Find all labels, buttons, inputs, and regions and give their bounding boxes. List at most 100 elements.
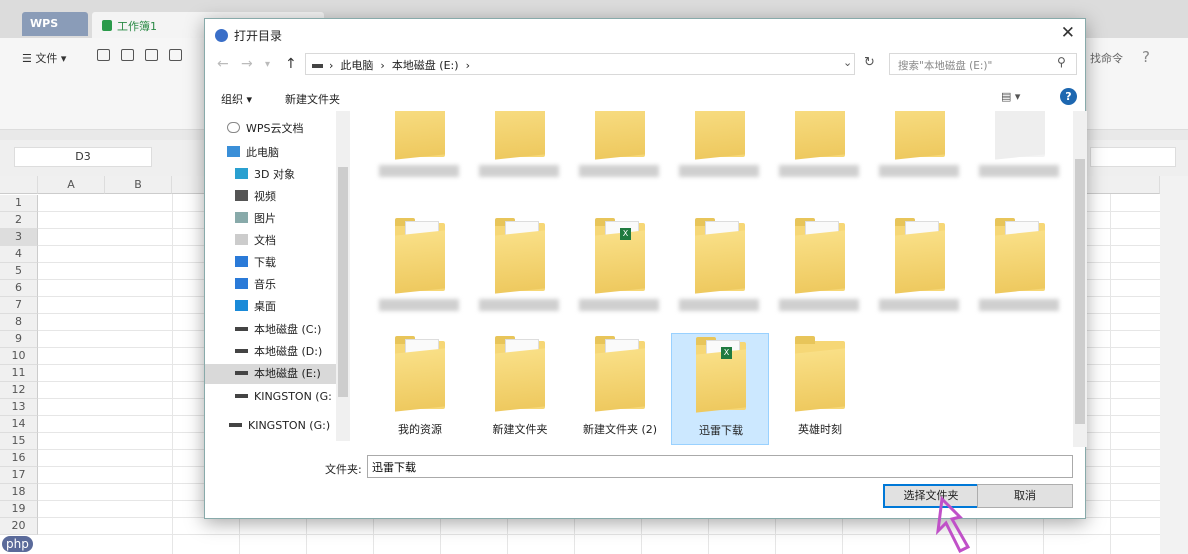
refresh-icon[interactable]: ↻ (864, 55, 875, 70)
row-header-11[interactable]: 11 (0, 365, 38, 382)
nav-item[interactable]: 桌面 (235, 297, 351, 317)
folder-icon (395, 336, 445, 412)
file-label: 新建文件夹 (492, 423, 548, 436)
preview-icon[interactable] (169, 49, 182, 61)
file-item[interactable]: X (571, 215, 669, 327)
row-header-4[interactable]: 4 (0, 246, 38, 263)
folder-icon (595, 336, 645, 412)
row-header-17[interactable]: 17 (0, 467, 38, 484)
view-options-button[interactable]: ▤ ▾ (1001, 90, 1020, 103)
help-icon[interactable]: ? (1142, 48, 1150, 66)
file-item[interactable] (971, 215, 1069, 327)
find-command[interactable]: 找命令 (1090, 50, 1123, 66)
row-header-12[interactable]: 12 (0, 382, 38, 399)
file-item[interactable] (871, 111, 969, 193)
nav-item[interactable]: 文档 (235, 231, 351, 251)
spreadsheet-icon (102, 20, 112, 31)
nav-item[interactable]: 本地磁盘 (D:) (235, 342, 351, 362)
name-box[interactable]: D3 (14, 147, 152, 167)
computer-icon (227, 146, 240, 157)
print-icon[interactable] (145, 49, 158, 61)
address-bar[interactable]: › 此电脑 › 本地磁盘 (E:) › (305, 53, 855, 75)
file-item[interactable]: 新建文件夹 (471, 333, 569, 445)
file-item[interactable]: X 迅雷下载 (671, 333, 769, 445)
column-header-B[interactable]: B (105, 176, 172, 194)
file-item[interactable]: 我的资源 (371, 333, 469, 445)
row-header-15[interactable]: 15 (0, 433, 38, 450)
file-item[interactable] (371, 215, 469, 327)
forward-button[interactable]: → (241, 56, 253, 72)
close-button[interactable]: ✕ (1061, 23, 1075, 43)
row-header-5[interactable]: 5 (0, 263, 38, 280)
recent-button[interactable]: ▾ (265, 59, 270, 70)
nav-item[interactable]: KINGSTON (G:) (229, 416, 351, 436)
file-menu[interactable]: ☰ 文件 ▾ (22, 50, 66, 66)
file-scroll-thumb[interactable] (1075, 159, 1085, 424)
file-item[interactable]: 英雄时刻 (771, 333, 869, 445)
file-item[interactable] (371, 111, 469, 193)
nav-item[interactable]: KINGSTON (G: (235, 387, 351, 407)
row-header-18[interactable]: 18 (0, 484, 38, 501)
drive-icon (235, 371, 248, 375)
nav-item-label: 音乐 (254, 278, 276, 291)
folder-icon (695, 111, 745, 160)
row-header-9[interactable]: 9 (0, 331, 38, 348)
file-item[interactable] (671, 111, 769, 193)
navigation-pane: WPS云文档 此电脑 3D 对象 视频 图片 文档 下载 音乐 桌面 本地磁盘 (C:) 本地磁盘 … (205, 111, 351, 447)
sheet-scrollbar[interactable] (1160, 176, 1188, 554)
file-item[interactable] (871, 215, 969, 327)
nav-item[interactable]: 图片 (235, 209, 351, 229)
nav-item[interactable]: 3D 对象 (235, 165, 351, 185)
breadcrumb-drive-e[interactable]: 本地磁盘 (E:) (392, 59, 459, 72)
row-header-3[interactable]: 3 (0, 229, 38, 246)
row-header-7[interactable]: 7 (0, 297, 38, 314)
row-header-1[interactable]: 1 (0, 195, 38, 212)
search-icon[interactable]: ⚲ (1057, 55, 1066, 69)
row-header-13[interactable]: 13 (0, 399, 38, 416)
new-folder-button[interactable]: 新建文件夹 (285, 91, 340, 107)
breadcrumb-this-pc[interactable]: 此电脑 (340, 59, 373, 72)
nav-item[interactable]: 下载 (235, 253, 351, 273)
row-header-2[interactable]: 2 (0, 212, 38, 229)
nav-item[interactable]: 视频 (235, 187, 351, 207)
blurred-label (679, 299, 759, 311)
select-all-corner[interactable] (0, 176, 38, 194)
nav-item[interactable]: WPS云文档 (227, 119, 349, 139)
address-dropdown[interactable]: ⌄ (843, 56, 852, 69)
organize-button[interactable]: 组织 ▾ (221, 91, 252, 107)
column-header-A[interactable]: A (38, 176, 105, 194)
nav-item-label: WPS云文档 (246, 122, 304, 135)
file-item[interactable] (571, 111, 669, 193)
open-icon[interactable] (97, 49, 110, 61)
nav-scroll-thumb[interactable] (338, 167, 348, 397)
row-header-14[interactable]: 14 (0, 416, 38, 433)
save-icon[interactable] (121, 49, 134, 61)
back-button[interactable]: ← (217, 56, 229, 72)
row-header-20[interactable]: 20 (0, 518, 38, 535)
file-item[interactable] (471, 215, 569, 327)
formula-input[interactable] (1090, 147, 1176, 167)
row-header-6[interactable]: 6 (0, 280, 38, 297)
blurred-label (779, 299, 859, 311)
nav-item[interactable]: 音乐 (235, 275, 351, 295)
help-icon[interactable]: ? (1060, 88, 1077, 105)
search-input[interactable]: 搜索"本地磁盘 (E:)" (889, 53, 1077, 75)
nav-item[interactable]: 本地磁盘 (E:) (205, 364, 341, 384)
row-header-16[interactable]: 16 (0, 450, 38, 467)
file-item[interactable] (671, 215, 769, 327)
file-item[interactable]: 新建文件夹 (2) (571, 333, 669, 445)
row-header-10[interactable]: 10 (0, 348, 38, 365)
nav-item[interactable]: 此电脑 (227, 143, 349, 163)
up-button[interactable]: ↑ (285, 56, 297, 72)
file-item[interactable] (971, 111, 1069, 193)
row-header-19[interactable]: 19 (0, 501, 38, 518)
file-item[interactable] (471, 111, 569, 193)
file-item[interactable] (771, 111, 869, 193)
nav-item[interactable]: 本地磁盘 (C:) (235, 320, 351, 340)
folder-name-input[interactable] (367, 455, 1073, 478)
file-item[interactable] (771, 215, 869, 327)
folder-front (595, 348, 645, 412)
breadcrumb-sep: › (380, 59, 385, 72)
row-header-8[interactable]: 8 (0, 314, 38, 331)
wps-home-tab[interactable]: WPS (22, 12, 88, 36)
